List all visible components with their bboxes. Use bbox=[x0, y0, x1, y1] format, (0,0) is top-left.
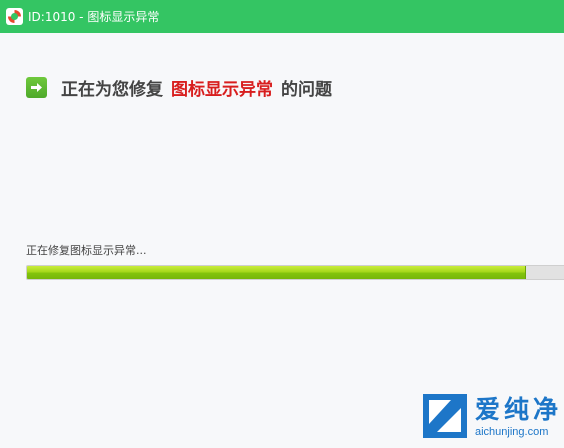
watermark: 爱纯净 aichunjing.com bbox=[417, 390, 562, 444]
progress-fill bbox=[27, 266, 527, 279]
heading-prefix: 正在为您修复 bbox=[61, 80, 163, 100]
window-title: ID:1010 - 图标显示异常 bbox=[28, 10, 160, 24]
lifebuoy-icon bbox=[6, 8, 23, 25]
heading-suffix: 的问题 bbox=[281, 80, 332, 100]
watermark-url: aichunjing.com bbox=[474, 426, 549, 438]
status-text: 正在修复图标显示异常... bbox=[26, 244, 147, 257]
watermark-logo-icon bbox=[422, 394, 467, 438]
heading-highlight: 图标显示异常 bbox=[171, 80, 273, 100]
arrow-right-icon bbox=[26, 77, 47, 98]
repair-heading: 正在为您修复 图标显示异常 的问题 bbox=[26, 75, 332, 100]
window-titlebar[interactable]: ID:1010 - 图标显示异常 bbox=[0, 0, 564, 33]
watermark-title: 爱纯净 bbox=[474, 395, 562, 424]
progress-bar bbox=[26, 265, 564, 280]
